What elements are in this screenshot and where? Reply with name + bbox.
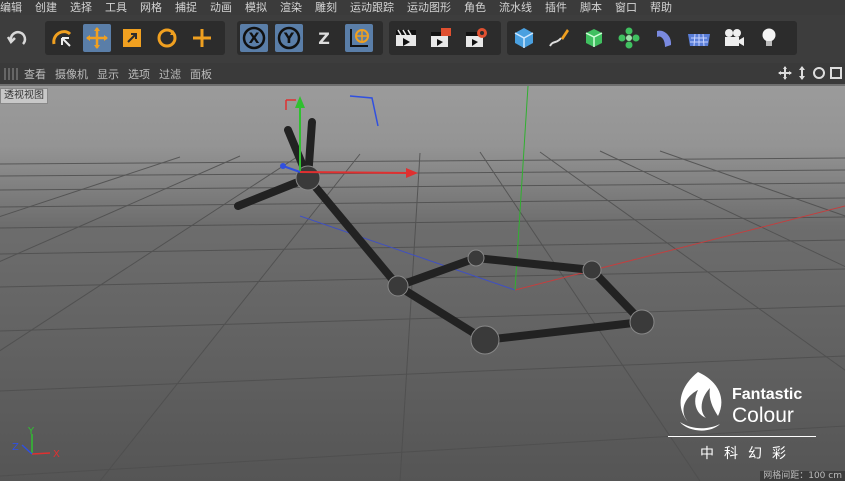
axis-y-toggle[interactable]: Y — [275, 24, 303, 52]
menu-item[interactable]: 运动跟踪 — [342, 0, 399, 15]
menu-item[interactable]: 脚本 — [572, 0, 607, 15]
menu-item[interactable]: 工具 — [97, 0, 132, 15]
flame-logo-icon — [680, 372, 722, 431]
scale-icon[interactable] — [118, 24, 146, 52]
menu-item[interactable]: 帮助 — [642, 0, 677, 15]
corner-axis-z-label: Z — [12, 442, 19, 453]
logo-text-line1: Fantastic — [732, 386, 803, 403]
viewport-menu-item[interactable]: 显示 — [97, 66, 128, 82]
menu-item[interactable]: 网格 — [132, 0, 167, 15]
cube-icon[interactable] — [510, 24, 538, 52]
subdivision-icon[interactable] — [580, 24, 608, 52]
fantastic-colour-logo: Fantastic Colour 中科幻彩 — [664, 366, 824, 466]
menu-item[interactable]: 模拟 — [237, 0, 272, 15]
render-settings-icon[interactable] — [462, 24, 490, 52]
menu-item[interactable]: 编辑 — [0, 0, 27, 15]
viewport-grip[interactable] — [4, 67, 18, 80]
menu-item[interactable]: 雕刻 — [307, 0, 342, 15]
logo-text-cn: 中科幻彩 — [700, 446, 796, 462]
axis-group: X Y Z — [237, 21, 383, 55]
world-coordinate-icon[interactable] — [345, 24, 373, 52]
perspective-viewport[interactable]: Y X Z 透视视图 Fantastic Colour 中科幻彩 网格间距：10… — [0, 86, 845, 481]
pan-view-icon[interactable] — [778, 66, 792, 80]
render-group — [389, 21, 501, 55]
axis-y-label: Y — [283, 31, 295, 47]
menu-item[interactable]: 角色 — [456, 0, 491, 15]
deformer-icon[interactable] — [650, 24, 678, 52]
menu-item[interactable]: 窗口 — [607, 0, 642, 15]
viewport-menu-item[interactable]: 选项 — [128, 66, 159, 82]
tool-group — [45, 21, 225, 55]
move-gizmo[interactable] — [280, 95, 418, 178]
grid-spacing-info: 网格间距：100 cm — [760, 471, 845, 481]
floor-icon[interactable] — [685, 24, 713, 52]
menu-item[interactable]: 渲染 — [272, 0, 307, 15]
move-icon[interactable] — [83, 24, 111, 52]
menu-item[interactable]: 流水线 — [491, 0, 537, 15]
world-axes — [299, 86, 845, 291]
rotate-view-icon[interactable] — [812, 66, 826, 80]
maximize-view-icon[interactable] — [829, 66, 843, 80]
zoom-view-icon[interactable] — [795, 66, 809, 80]
viewport-menu-item[interactable]: 查看 — [24, 66, 55, 82]
move-plus-icon[interactable] — [188, 24, 216, 52]
camera-icon[interactable] — [720, 24, 748, 52]
light-icon[interactable] — [755, 24, 783, 52]
toolbar: X Y Z — [0, 15, 845, 63]
live-selection-icon[interactable] — [48, 24, 76, 52]
corner-axis-x-label: X — [53, 449, 60, 460]
axis-z-toggle[interactable]: Z — [310, 24, 338, 52]
viewport-title: 透视视图 — [0, 88, 48, 104]
logo-divider — [668, 436, 816, 437]
axis-x-label: X — [249, 31, 260, 47]
axis-x-toggle[interactable]: X — [240, 24, 268, 52]
pen-spline-icon[interactable] — [545, 24, 573, 52]
menubar: 编辑 创建 选择 工具 网格 捕捉 动画 模拟 渲染 雕刻 运动跟踪 运动图形 角色 流水线 插件 脚本 窗口帮… — [0, 0, 845, 15]
rotate-icon[interactable] — [153, 24, 181, 52]
viewport-menubar: 查看 摄像机 显示 选项 过滤 面板 — [0, 63, 845, 84]
menu-item[interactable]: 插件 — [537, 0, 572, 15]
axis-z-label: Z — [318, 29, 330, 48]
menu-item[interactable]: 创建 — [27, 0, 62, 15]
viewport-menu-item[interactable]: 面板 — [190, 66, 221, 82]
array-icon[interactable] — [615, 24, 643, 52]
menu-item[interactable]: 运动图形 — [399, 0, 456, 15]
corner-axis-indicator: Y X Z — [12, 426, 60, 460]
logo-text-line2: Colour — [732, 404, 794, 427]
viewport-menu-item[interactable]: 摄像机 — [55, 66, 97, 82]
undo-icon[interactable] — [4, 24, 32, 52]
corner-axis-y-label: Y — [27, 426, 35, 437]
object-group — [507, 21, 797, 55]
menu-item[interactable]: 动画 — [202, 0, 237, 15]
menu-item[interactable]: 选择 — [62, 0, 97, 15]
menu-item[interactable]: 捕捉 — [167, 0, 202, 15]
viewport-menu-item[interactable]: 过滤 — [159, 66, 190, 82]
render-to-picture-viewer-icon[interactable] — [427, 24, 455, 52]
viewport-menu-items: 查看 摄像机 显示 选项 过滤 面板 — [24, 66, 221, 82]
render-view-icon[interactable] — [392, 24, 420, 52]
viewport-nav-icons — [778, 66, 843, 80]
